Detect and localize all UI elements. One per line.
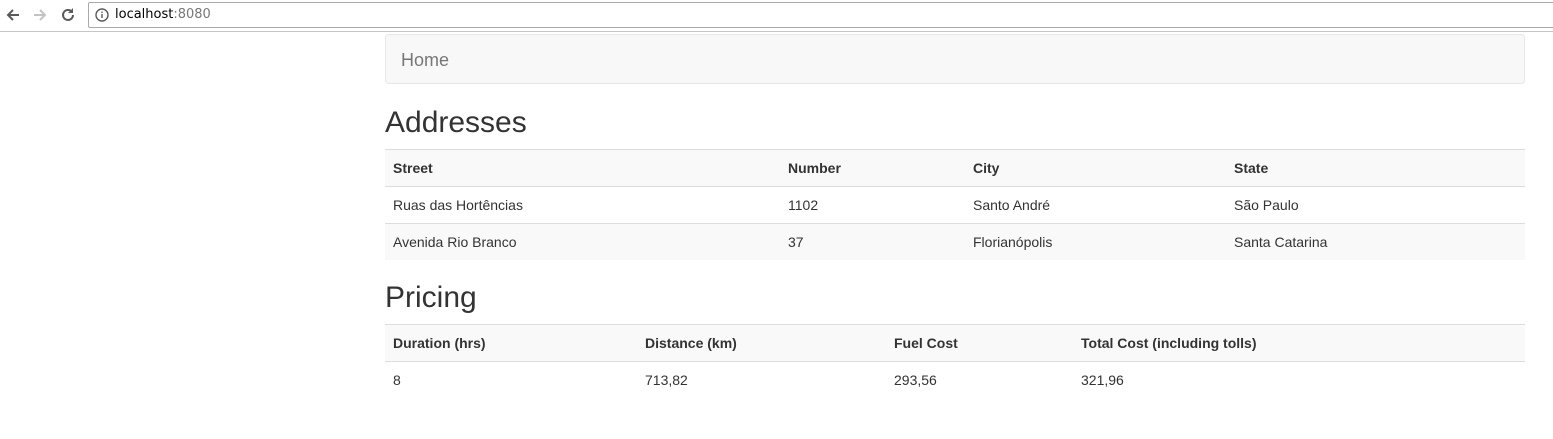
cell-fuel-cost: 293,56 — [894, 372, 937, 388]
cell-distance: 713,82 — [645, 372, 688, 388]
navbar-brand-home[interactable]: Home — [401, 50, 449, 70]
info-icon[interactable] — [95, 8, 109, 22]
table-header-row: Duration (hrs) Distance (km) Fuel Cost T… — [385, 324, 1525, 362]
cell-city: Florianópolis — [965, 223, 1226, 260]
reload-icon — [62, 8, 74, 21]
back-button[interactable] — [2, 4, 24, 26]
page-container: Home Addresses Street Number City State … — [385, 34, 1525, 398]
column-header-fuel-cost: Fuel Cost — [886, 324, 1073, 362]
table-row: Ruas das Hortências 1102 Santo André São… — [385, 187, 1525, 224]
column-header-street: Street — [385, 149, 780, 187]
arrow-right-icon — [34, 9, 47, 21]
table-row: Avenida Rio Branco 37 Florianópolis Sant… — [385, 223, 1525, 260]
table-row: 8 713,82 293,56 321,96 — [385, 362, 1525, 399]
cell-state: Santa Catarina — [1226, 223, 1525, 260]
navbar: Home — [385, 34, 1525, 84]
cell-city: Santo André — [973, 197, 1051, 213]
column-header-number: Number — [780, 149, 965, 187]
cell-street: Ruas das Hortências — [393, 197, 523, 213]
browser-toolbar: localhost:8080 — [0, 0, 1553, 32]
url-text[interactable]: localhost:8080 — [115, 8, 211, 22]
column-header-city: City — [965, 149, 1226, 187]
cell-number: 37 — [780, 223, 965, 260]
table-header-row: Street Number City State — [385, 149, 1525, 187]
url-port: :8080 — [173, 7, 211, 22]
cell-total-cost: 321,96 — [1081, 372, 1124, 388]
addresses-table: Street Number City State Ruas das Hortên… — [385, 149, 1525, 260]
pricing-heading: Pricing — [385, 281, 477, 314]
forward-button[interactable] — [29, 4, 51, 26]
url-host: localhost — [115, 7, 174, 22]
address-bar[interactable]: localhost:8080 — [88, 2, 1553, 28]
addresses-heading: Addresses — [385, 106, 527, 139]
column-header-duration: Duration (hrs) — [385, 324, 637, 362]
pricing-table: Duration (hrs) Distance (km) Fuel Cost T… — [385, 324, 1525, 398]
cell-state: São Paulo — [1234, 197, 1299, 213]
column-header-distance: Distance (km) — [637, 324, 886, 362]
cell-duration: 8 — [393, 372, 401, 388]
reload-button[interactable] — [57, 4, 79, 26]
column-header-total-cost: Total Cost (including tolls) — [1073, 324, 1525, 362]
cell-street: Avenida Rio Branco — [385, 223, 780, 260]
column-header-state: State — [1226, 149, 1525, 187]
cell-number: 1102 — [788, 197, 819, 213]
arrow-left-icon — [6, 9, 19, 21]
